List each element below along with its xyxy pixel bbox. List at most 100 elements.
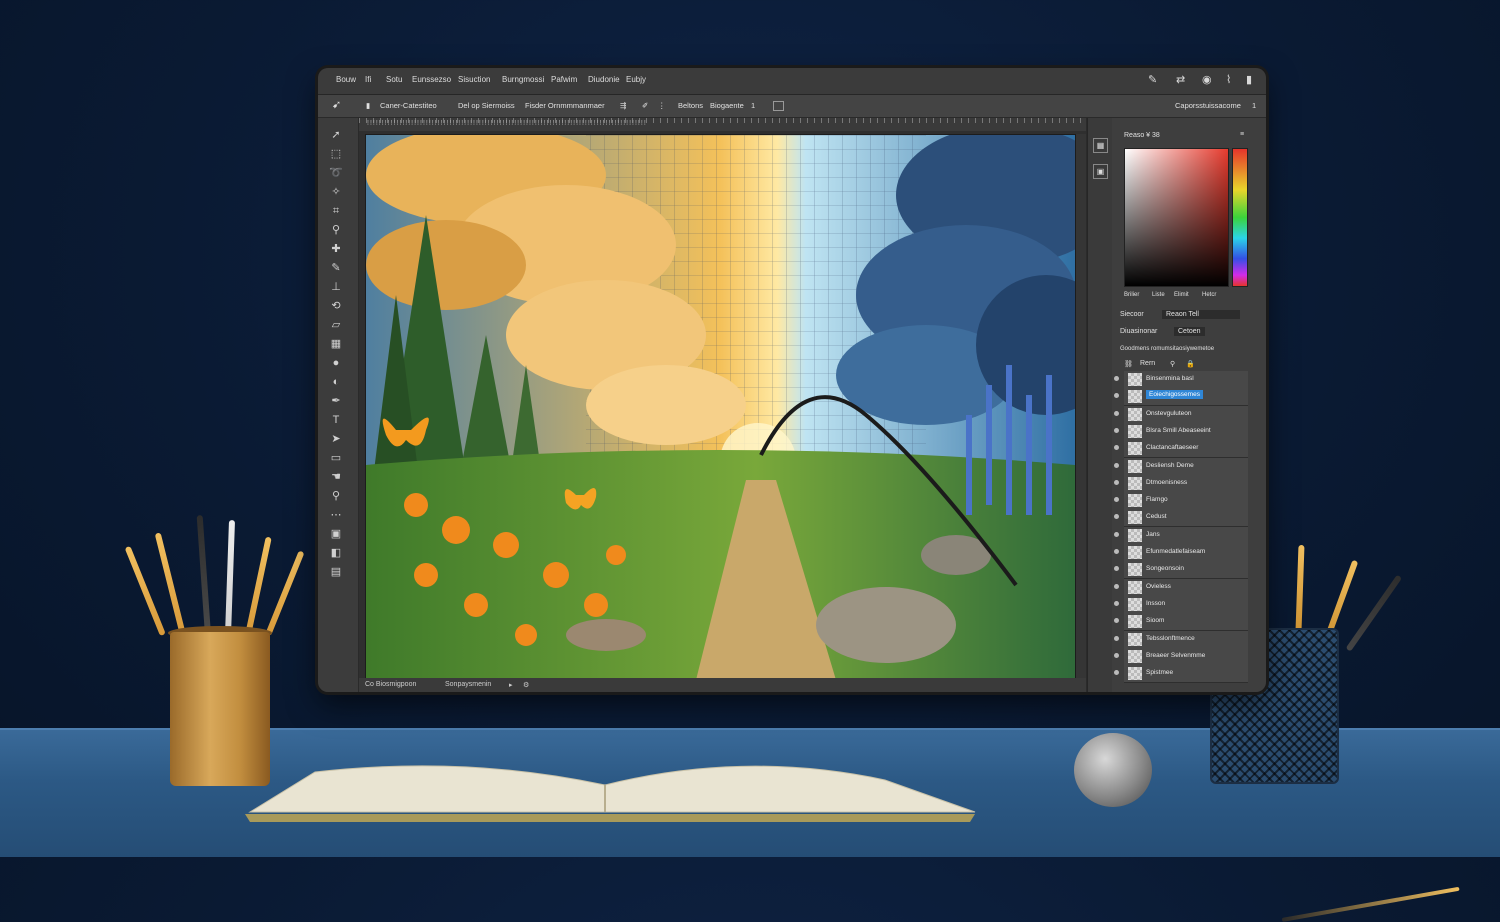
visibility-icon[interactable] bbox=[1114, 670, 1119, 676]
menu-item[interactable]: Ifi bbox=[365, 75, 371, 84]
visibility-icon[interactable] bbox=[1114, 393, 1119, 399]
option-dropdown[interactable]: Biogaente bbox=[710, 101, 744, 110]
brush-icon[interactable]: ⌇ bbox=[1226, 73, 1231, 86]
blur-icon[interactable]: ● bbox=[329, 356, 343, 370]
layer-row[interactable]: Clactancaftaeseer bbox=[1114, 440, 1248, 459]
layers-link-icon[interactable]: ⛓ bbox=[1124, 360, 1133, 368]
screen-mode-icon[interactable]: ▤ bbox=[329, 565, 343, 579]
visibility-icon[interactable] bbox=[1114, 376, 1119, 381]
layer-row[interactable]: Ovieless bbox=[1114, 578, 1248, 597]
option-filter[interactable]: Fisder Ornmmmanmaer bbox=[525, 101, 605, 110]
layer-row[interactable]: Insson bbox=[1114, 595, 1248, 614]
visibility-icon[interactable] bbox=[1114, 652, 1119, 658]
menu-item[interactable]: Burngmossi bbox=[502, 75, 544, 84]
zoom-icon[interactable]: ⚲ bbox=[329, 489, 343, 503]
play-icon[interactable]: ▸ bbox=[509, 681, 513, 689]
history-brush-icon[interactable]: ⟲ bbox=[329, 299, 343, 313]
color-field[interactable] bbox=[1124, 148, 1229, 287]
layer-row[interactable]: Jans bbox=[1114, 526, 1248, 545]
gradient-icon[interactable]: ▦ bbox=[329, 337, 343, 351]
history-panel-icon[interactable]: ▦ bbox=[1093, 138, 1108, 153]
layer-lock-icon[interactable]: 🔒 bbox=[1186, 360, 1195, 368]
layer-row[interactable]: Onstevguluteon bbox=[1114, 405, 1248, 424]
menu-item[interactable]: Eubjy bbox=[626, 75, 646, 84]
properties-panel-icon[interactable]: ▣ bbox=[1093, 164, 1108, 179]
visibility-icon[interactable] bbox=[1114, 462, 1119, 468]
layer-row[interactable]: Songeonsoin bbox=[1114, 561, 1248, 580]
menu-item[interactable]: Sisuction bbox=[458, 75, 490, 84]
foreground-color-icon[interactable]: ▣ bbox=[329, 527, 343, 541]
visibility-icon[interactable] bbox=[1114, 600, 1119, 606]
vertical-scrollbar[interactable] bbox=[1076, 134, 1086, 679]
lasso-icon[interactable]: ➰ bbox=[329, 166, 343, 180]
edit-toolbar-icon[interactable]: ⋯ bbox=[329, 508, 343, 522]
visibility-icon[interactable] bbox=[1114, 514, 1119, 520]
visibility-icon[interactable] bbox=[1114, 479, 1119, 485]
visibility-icon[interactable] bbox=[1114, 566, 1119, 572]
healing-icon[interactable]: ✚ bbox=[329, 242, 343, 256]
hand-icon[interactable]: ☚ bbox=[329, 470, 343, 484]
canvas-artwork[interactable] bbox=[365, 134, 1076, 681]
type-icon[interactable]: T bbox=[329, 413, 343, 427]
menu-item[interactable]: Eunssezso bbox=[412, 75, 451, 84]
visibility-icon[interactable] bbox=[1114, 583, 1119, 589]
visibility-icon[interactable] bbox=[1114, 410, 1119, 416]
workspace-label[interactable]: Caporsstuissacome bbox=[1175, 101, 1241, 110]
frame-icon[interactable] bbox=[773, 101, 784, 111]
menu-item[interactable]: Pafwim bbox=[551, 75, 577, 84]
layer-row[interactable]: Blsra Smill Abeaseeint bbox=[1114, 422, 1248, 441]
hue-slider[interactable] bbox=[1232, 148, 1248, 287]
menu-item[interactable]: Bouw bbox=[336, 75, 356, 84]
sync-icon[interactable]: ⇄ bbox=[1176, 73, 1185, 86]
swatch-dropdown[interactable]: Reaon Tell bbox=[1162, 310, 1240, 319]
path-select-icon[interactable]: ➤ bbox=[329, 432, 343, 446]
layer-row[interactable]: Efunmedatlefaiseam bbox=[1114, 544, 1248, 562]
pin-icon[interactable]: ▮ bbox=[1246, 73, 1252, 86]
color-tab[interactable]: Brilier bbox=[1124, 292, 1139, 298]
color-tab[interactable]: Elimit bbox=[1174, 292, 1189, 298]
align-icon[interactable]: ⇶ bbox=[620, 101, 626, 110]
layer-row[interactable]: Desliensh Deme bbox=[1114, 457, 1248, 476]
more-icon[interactable]: ⋮ bbox=[658, 101, 666, 110]
brush-tool-icon[interactable]: ✎ bbox=[329, 261, 343, 275]
visibility-icon[interactable] bbox=[1114, 618, 1119, 624]
canvas-area[interactable]: !!!!!!!!!!!!!!!!!!!!!!!!!!!!!!!!!!!!!!!!… bbox=[359, 118, 1086, 692]
crop-icon[interactable]: ⌗ bbox=[329, 204, 343, 218]
color-panel-title[interactable]: Reaso ¥ 38 bbox=[1124, 132, 1160, 139]
marquee-icon[interactable]: ⬚ bbox=[329, 147, 343, 161]
magic-wand-icon[interactable]: ✧ bbox=[329, 185, 343, 199]
brush-option-icon[interactable]: ✐ bbox=[642, 101, 648, 110]
layer-row[interactable]: Sioom bbox=[1114, 613, 1248, 632]
layer-row[interactable]: Eoiechigossemes bbox=[1114, 388, 1248, 407]
visibility-icon[interactable] bbox=[1114, 497, 1119, 503]
menu-item[interactable]: Diudonie bbox=[588, 75, 620, 84]
color-tab[interactable]: Liste bbox=[1152, 292, 1165, 298]
settings-icon[interactable]: ⚙ bbox=[523, 681, 529, 689]
quick-mask-icon[interactable]: ◧ bbox=[329, 546, 343, 560]
status-mode[interactable]: Sonpaysmenin bbox=[445, 681, 491, 688]
move-tool-icon[interactable]: ➹ bbox=[332, 98, 341, 111]
menu-item[interactable]: Sotu bbox=[386, 75, 402, 84]
tool-preset-icon[interactable]: ▮ bbox=[366, 101, 370, 110]
layer-row[interactable]: Breaeer Selvenmme bbox=[1114, 647, 1248, 666]
blend-mode-dropdown[interactable]: Cetoen bbox=[1174, 327, 1205, 336]
panel-menu-icon[interactable]: ≡ bbox=[1240, 131, 1244, 138]
layer-row[interactable]: Tebsslonftmence bbox=[1114, 630, 1248, 649]
layer-search-icon[interactable]: ⚲ bbox=[1170, 360, 1175, 368]
color-tab[interactable]: Hetcr bbox=[1202, 292, 1216, 298]
visibility-icon[interactable] bbox=[1114, 427, 1119, 433]
pen-icon[interactable]: ✎ bbox=[1148, 73, 1157, 86]
layer-row[interactable]: Cedust bbox=[1114, 509, 1248, 528]
visibility-icon[interactable] bbox=[1114, 445, 1119, 451]
option-buttons[interactable]: Beltons bbox=[678, 101, 703, 110]
layer-row[interactable]: Flamgo bbox=[1114, 492, 1248, 511]
layers-panel-title[interactable]: Goodmens romumsitaosiywemetoe bbox=[1120, 346, 1214, 352]
option-preset[interactable]: Caner-Catestiteo bbox=[380, 101, 437, 110]
eye-icon[interactable]: ◉ bbox=[1202, 73, 1212, 86]
dodge-icon[interactable]: ◐ bbox=[329, 375, 343, 389]
move-icon[interactable]: ➚ bbox=[329, 128, 343, 142]
layer-row[interactable]: Binsenmina basl bbox=[1114, 371, 1248, 389]
layer-row[interactable]: Dtmoenisness bbox=[1114, 474, 1248, 493]
eyedropper-icon[interactable]: ⚲ bbox=[329, 223, 343, 237]
option-value[interactable]: 1 bbox=[751, 101, 755, 110]
